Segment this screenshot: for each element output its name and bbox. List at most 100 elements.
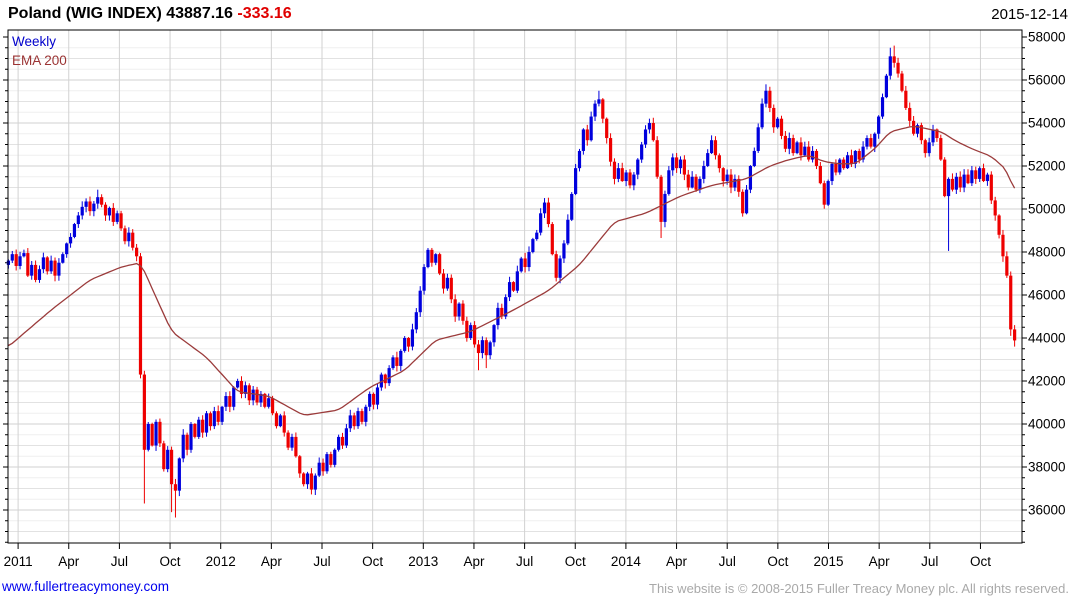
candle-body	[457, 303, 461, 317]
candle-body	[131, 232, 135, 248]
candle-body	[535, 232, 539, 240]
candle-body	[799, 142, 803, 156]
candle-body	[772, 107, 776, 128]
candle-body	[193, 424, 197, 437]
candle-body	[189, 424, 193, 450]
candle-body	[49, 260, 53, 272]
candle-body	[61, 254, 65, 263]
candle-body	[224, 396, 228, 407]
candle-body	[888, 56, 892, 76]
candle-body	[414, 312, 418, 330]
candle-body	[717, 155, 721, 169]
y-axis-label: 48000	[1028, 245, 1066, 260]
candle-body	[26, 253, 30, 276]
candle-body	[445, 277, 450, 289]
candle-body	[531, 239, 535, 252]
candle-body	[30, 264, 34, 276]
candle-body	[274, 413, 279, 427]
y-axis-label: 46000	[1028, 288, 1066, 303]
candle-body	[158, 421, 162, 444]
x-axis-label: Jul	[719, 554, 736, 569]
candle-body	[507, 282, 512, 298]
candle-body	[480, 340, 484, 354]
candle-body	[166, 449, 170, 470]
candle-body	[950, 178, 955, 190]
candle-body	[111, 207, 115, 222]
candle-body	[115, 213, 119, 222]
candle-body	[142, 374, 146, 450]
candle-body	[570, 193, 574, 220]
candle-body	[298, 456, 302, 474]
candle-body	[422, 267, 426, 291]
candle-body	[127, 232, 131, 242]
footer-site-link[interactable]: www.fullertreacymoney.com	[2, 579, 169, 594]
candle-body	[818, 166, 822, 184]
y-axis-label: 50000	[1028, 202, 1066, 217]
x-axis-label: Apr	[463, 554, 485, 569]
candle-body	[608, 138, 613, 162]
candle-body	[908, 107, 912, 121]
candle-body	[169, 449, 174, 485]
x-axis-label: Jul	[516, 554, 533, 569]
candle-body	[900, 73, 904, 91]
candle-body	[880, 97, 885, 117]
candle-body	[53, 260, 57, 276]
candle-body	[659, 176, 663, 222]
candle-body	[713, 140, 718, 156]
candle-body	[904, 90, 908, 108]
candle-body	[344, 428, 348, 446]
candle-body	[756, 127, 760, 151]
candle-body	[845, 155, 850, 169]
candle-body	[96, 197, 100, 204]
candle-body	[10, 254, 14, 261]
candle-body	[391, 357, 395, 369]
candle-body	[791, 138, 795, 154]
candle-body	[364, 406, 368, 422]
candle-body	[449, 277, 453, 300]
candle-body	[620, 168, 624, 182]
y-axis-label: 44000	[1028, 331, 1066, 346]
chart-legend: Weekly EMA 200	[12, 32, 67, 70]
x-axis-label: Apr	[261, 554, 283, 569]
candle-body	[270, 398, 275, 414]
candle-body	[628, 172, 632, 186]
candle-body	[395, 357, 399, 366]
candle-body	[286, 432, 290, 448]
candle-body	[356, 411, 360, 427]
x-axis-label: Oct	[767, 554, 788, 569]
y-axis-label: 36000	[1028, 503, 1066, 518]
candle-body	[375, 387, 380, 405]
candle-body	[682, 159, 686, 175]
candle-body	[539, 213, 543, 233]
candle-body	[216, 411, 220, 422]
candle-body	[80, 206, 84, 216]
candle-body	[640, 144, 644, 160]
candle-body	[496, 307, 500, 326]
candle-body	[173, 484, 178, 491]
candle-body	[348, 415, 352, 429]
candle-body	[787, 138, 791, 149]
x-axis-label: Apr	[58, 554, 80, 569]
candle-body	[1009, 275, 1013, 330]
candle-body	[76, 215, 80, 225]
candle-body	[721, 168, 725, 182]
x-axis-label: Jul	[921, 554, 938, 569]
candle-body	[838, 159, 842, 173]
candle-body	[473, 325, 477, 345]
candle-body	[430, 249, 434, 263]
x-axis-label: Jul	[111, 554, 128, 569]
candle-body	[807, 146, 811, 160]
footer-copyright: This website is © 2008-2015 Fuller Treac…	[649, 581, 1069, 596]
candle-body	[37, 269, 42, 280]
candle-body	[869, 138, 873, 147]
candle-body	[438, 254, 442, 274]
candle-body	[325, 454, 329, 472]
candle-body	[371, 393, 376, 405]
candle-body	[698, 178, 702, 190]
candle-body	[337, 436, 341, 450]
candle-body	[725, 174, 729, 182]
candle-body	[282, 415, 286, 433]
candle-body	[605, 118, 609, 139]
candle-body	[519, 258, 523, 272]
candle-body	[441, 273, 446, 289]
